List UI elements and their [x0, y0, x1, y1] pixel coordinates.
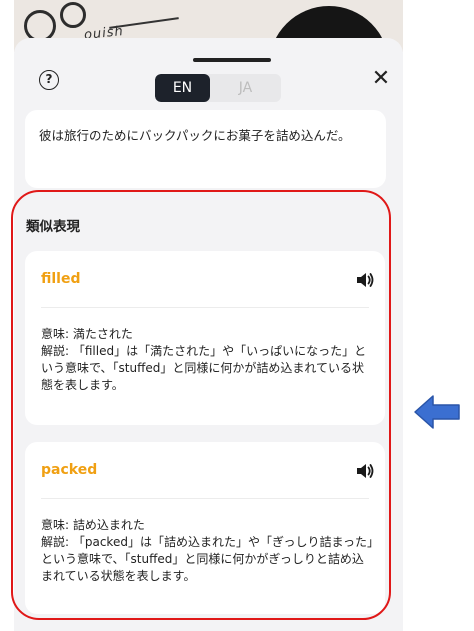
similar-word: packed: [41, 462, 98, 478]
similar-meaning: 意味: 満たされた: [41, 327, 133, 341]
similar-explanation: 解説: 「filled」は「満たされた」や「いっぱいになった」という意味で、「s…: [41, 344, 367, 392]
speaker-icon[interactable]: [355, 271, 375, 289]
annotation-arrow-icon: [414, 395, 460, 429]
similar-expression-card: packed 意味: 詰め込まれた 解説: 「packed」は「詰め込まれた」や…: [25, 442, 385, 614]
card-divider: [41, 307, 369, 308]
language-toggle[interactable]: EN JA: [155, 74, 281, 102]
help-icon[interactable]: ?: [39, 70, 59, 90]
background-circle-shape: [60, 2, 86, 28]
example-sentence-card: 彼は旅行のためにバックパックにお菓子を詰め込んだ。: [25, 110, 386, 188]
similar-word: filled: [41, 271, 81, 287]
close-icon[interactable]: ✕: [371, 68, 391, 90]
section-title-similar: 類似表現: [26, 219, 80, 235]
language-option-ja[interactable]: JA: [210, 74, 281, 102]
language-option-en[interactable]: EN: [155, 74, 210, 102]
card-divider: [41, 498, 369, 499]
speaker-icon[interactable]: [355, 462, 375, 480]
similar-meaning: 意味: 詰め込まれた: [41, 518, 145, 532]
similar-explanation: 解説: 「packed」は「詰め込まれた」や「ぎっしり詰まった」という意味で、「…: [41, 535, 373, 583]
similar-expression-card: filled 意味: 満たされた 解説: 「filled」は「満たされた」や「い…: [25, 251, 385, 425]
example-sentence: 彼は旅行のためにバックパックにお菓子を詰め込んだ。: [39, 128, 351, 143]
drag-handle[interactable]: [193, 58, 271, 62]
bottom-sheet: ? EN JA ✕ 彼は旅行のためにバックパックにお菓子を詰め込んだ。 類似表現…: [14, 38, 403, 631]
